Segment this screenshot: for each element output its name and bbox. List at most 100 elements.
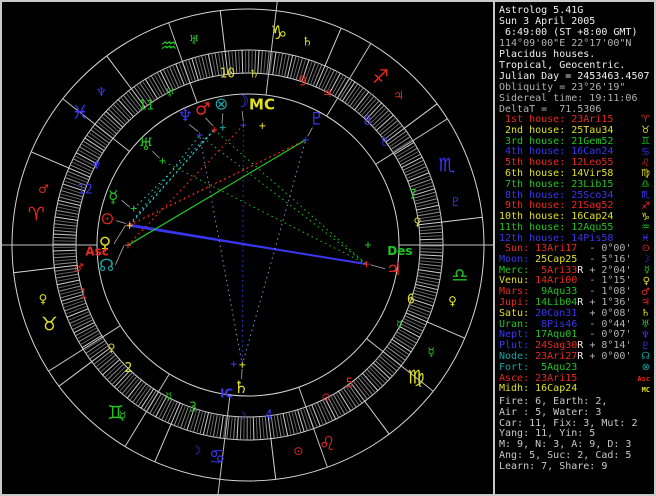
aspect-line-jupiter-uranus <box>162 160 367 265</box>
node-glyph-icon: ☊ <box>99 256 114 276</box>
house-9-ruler-icon: ♃ <box>322 87 332 100</box>
mc-position-marker <box>259 122 266 129</box>
degree-tick <box>119 373 135 392</box>
degree-tick <box>258 416 262 440</box>
header-line: Sun 3 April 2005 <box>499 16 654 27</box>
libra-ruler-icon: ♀ <box>448 294 457 308</box>
ic-label: IC <box>220 386 233 400</box>
degree-tick <box>90 129 110 144</box>
fortune-glyph-icon: ⊗ <box>214 95 228 115</box>
header-text: Julian Day = 2453463.4507 <box>499 71 650 82</box>
virgo-sign-icon: ♍ <box>408 366 425 388</box>
house-4-number: 4 <box>265 408 273 423</box>
header-text: Tropical, Geocentric. <box>499 60 626 71</box>
sign-boundary-line <box>154 423 172 463</box>
degree-tick <box>53 226 77 230</box>
sign-boundary-line <box>364 400 390 435</box>
degree-tick <box>373 112 392 129</box>
pisces-ruler-icon: ♆ <box>96 85 107 99</box>
house-7-number: 7 <box>409 188 417 203</box>
degree-tick <box>419 248 443 250</box>
planet-label: Fort: <box>499 361 536 373</box>
mercury-glyph-icon: ☿ <box>108 187 118 207</box>
degree-tick <box>299 408 308 431</box>
house-cusp-row: 2nd house: 25Tau34 ♉ <box>499 125 654 137</box>
taurus-sign-icon: ♉ <box>41 313 58 335</box>
gemini-sign-icon: ♊ <box>641 135 650 147</box>
degree-tick <box>372 362 391 379</box>
header-line: Julian Day = 2453463.4507 <box>499 71 654 82</box>
planet-position-row: Moon: 25Cap25 - 5°16' ☽ <box>499 254 654 266</box>
degree-tick <box>419 257 443 260</box>
house-cusp-row: 7th house: 23Lib15 ♎ <box>499 179 654 191</box>
mc-label: MC <box>249 96 275 114</box>
chart-header: Astrolog 5.41G Sun 3 April 2005 6:49:00 (… <box>499 5 654 115</box>
degree-tick <box>53 240 77 242</box>
degree-tick <box>53 236 77 239</box>
sign-boundary-line <box>219 10 226 52</box>
degree-tick <box>95 352 115 368</box>
des-position-marker <box>365 242 371 248</box>
degree-tick <box>359 374 376 394</box>
uranus-icon: ♅ <box>641 318 650 330</box>
degree-tick <box>107 108 126 126</box>
house-10-ruler-icon: ♄ <box>249 68 259 81</box>
venus-pointer-line <box>113 224 126 245</box>
degree-tick <box>349 87 364 107</box>
degree-tick <box>191 58 199 81</box>
degree-tick <box>132 383 147 403</box>
degree-tick <box>354 91 370 111</box>
degree-tick <box>115 101 132 120</box>
planet-longitude: 16Cap24 <box>535 383 578 395</box>
degree-tick <box>89 345 109 360</box>
moon-pointer-line <box>241 111 244 122</box>
sign-boundary-line <box>58 361 93 387</box>
degree-tick <box>378 355 398 372</box>
degree-tick <box>352 380 368 400</box>
degree-tick <box>234 50 238 74</box>
mercury-icon: ☿ <box>643 264 650 276</box>
header-text: Obliquity = 23°26'19" <box>499 82 626 93</box>
planet-velocity: + 0°08' <box>583 307 632 319</box>
scorpio-sign-icon: ♏ <box>641 189 650 201</box>
saturn-position-marker <box>239 361 246 368</box>
degree-tick <box>419 235 443 238</box>
degree-tick <box>219 415 224 439</box>
degree-tick <box>53 233 77 236</box>
retrograde-flag <box>577 363 583 374</box>
house-3-ruler-icon: ☿ <box>165 390 172 403</box>
planet-label: Satu: <box>499 307 536 319</box>
cancer-sign-icon: ♋ <box>209 446 226 468</box>
degree-tick <box>122 94 139 114</box>
pluto-icon: ♇ <box>641 340 650 352</box>
house-7-ruler-icon: ♀ <box>413 216 421 229</box>
node-icon: ☊ <box>641 351 650 363</box>
degree-tick <box>413 191 436 199</box>
degree-tick <box>53 252 77 255</box>
planet-velocity: + 0°00' <box>583 350 632 362</box>
degree-tick <box>413 289 437 297</box>
degree-tick <box>216 414 221 438</box>
degree-tick <box>358 95 375 115</box>
des-label: Des <box>387 244 412 258</box>
uranus-position-marker <box>159 157 166 164</box>
degree-tick <box>379 119 399 136</box>
degree-tick <box>255 416 258 440</box>
leo-sign-icon: ♌ <box>319 433 336 455</box>
header-line: Obliquity = 23°26'19" <box>499 82 654 93</box>
panel-divider <box>493 2 495 494</box>
degree-tick <box>370 364 389 382</box>
virgo-ruler-icon: ☿ <box>427 345 434 359</box>
house-9-number: 9 <box>299 74 307 89</box>
pluto-glyph-icon: ♇ <box>309 110 324 130</box>
degree-tick <box>419 231 443 235</box>
degree-tick <box>233 416 236 440</box>
house-6-ruler-icon: ☿ <box>396 318 403 331</box>
leo-sign-icon: ♌ <box>641 157 650 169</box>
degree-tick <box>103 113 122 130</box>
house-5-number: 5 <box>346 376 354 391</box>
degree-tick <box>371 109 390 127</box>
planet-longitude: 20Can31 <box>535 307 578 319</box>
house-10-number: 10 <box>219 67 235 82</box>
degree-tick <box>55 213 79 218</box>
